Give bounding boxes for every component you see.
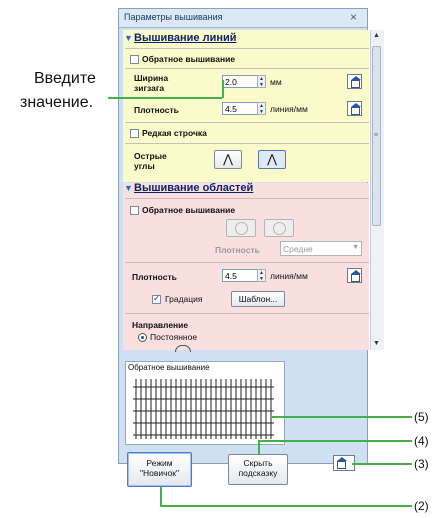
novice-mode-button[interactable]: Режим "Новичок" <box>127 452 192 487</box>
divider <box>125 48 369 49</box>
line-reverse-label: Обратное вышивание <box>142 54 236 64</box>
hide-hint-label: Скрыть <box>243 458 273 468</box>
callout-4: (4) <box>414 434 429 448</box>
line-section-header[interactable]: Вышивание линий <box>134 32 237 44</box>
sharp-corners-label: Острые <box>134 151 167 161</box>
direction-radio[interactable] <box>138 333 147 342</box>
scroll-down-icon[interactable]: ▼ <box>373 340 380 347</box>
hide-hint-label-2: подсказку <box>238 468 278 478</box>
sub-density-select[interactable]: Средне <box>280 241 362 256</box>
chevron-down-icon[interactable]: ▼ <box>352 244 359 251</box>
zigzag-width-stepper[interactable]: ▲ ▼ <box>257 75 266 88</box>
close-icon[interactable]: × <box>350 10 357 24</box>
area-section-header[interactable]: Вышивание областей <box>134 182 253 194</box>
callout-line-2 <box>160 505 412 507</box>
sub-density-label: Плотность <box>215 245 260 255</box>
line-density-stepper[interactable]: ▲ ▼ <box>257 102 266 115</box>
line-density-input[interactable]: 4.5 <box>222 102 258 115</box>
callout-line-5 <box>272 416 412 418</box>
novice-mode-label-2: "Новичок" <box>139 468 180 478</box>
line-density-label: Плотность <box>134 105 179 115</box>
gradation-checkbox[interactable] <box>152 293 161 304</box>
scroll-up-icon[interactable]: ▲ <box>373 32 380 39</box>
area-density-label: Плотность <box>132 272 177 282</box>
callout-3: (3) <box>414 457 429 471</box>
direction-option-label: Постоянное <box>150 332 198 342</box>
line-density-default-home-icon[interactable] <box>347 101 362 116</box>
sharp-corners-label-2: углы <box>134 161 155 171</box>
callout-enter-value-2: значение. <box>20 94 94 111</box>
corner-style-b-button[interactable]: ⋀ <box>258 150 286 169</box>
collapse-triangle-icon[interactable]: ▼ <box>124 183 133 193</box>
divider <box>125 68 369 69</box>
preview-caption: Обратное вышивание <box>128 363 210 372</box>
pattern-a-icon <box>235 222 248 235</box>
divider <box>125 198 369 199</box>
divider <box>125 122 369 123</box>
callout-line <box>222 80 224 98</box>
line-density-unit: линия/мм <box>270 104 308 114</box>
sparse-stitch-label: Редкая строчка <box>142 128 207 138</box>
callout-5: (5) <box>414 410 429 424</box>
window-title: Параметры вышивания <box>124 12 223 22</box>
area-density-input[interactable]: 4.5 <box>222 269 258 282</box>
area-reverse-checkbox[interactable] <box>130 206 139 215</box>
zigzag-label: Ширина <box>134 73 169 83</box>
callout-line <box>108 97 222 99</box>
area-reverse-label: Обратное вышивание <box>142 205 236 215</box>
divider <box>125 143 369 144</box>
area-density-unit: линия/мм <box>270 271 308 281</box>
callout-2: (2) <box>414 499 429 513</box>
zigzag-width-input[interactable]: 2.0 <box>222 75 258 88</box>
line-reverse-checkbox[interactable] <box>130 55 139 64</box>
callout-line-4 <box>258 440 260 454</box>
pattern-b-icon <box>273 222 286 235</box>
collapse-triangle-icon[interactable]: ▼ <box>124 33 133 43</box>
template-button[interactable]: Шаблон... <box>231 291 285 307</box>
zigzag-default-home-icon[interactable] <box>347 74 362 89</box>
zigzag-label-2: зигзага <box>134 83 165 93</box>
callout-line-3 <box>352 463 412 465</box>
stitch-preview-image <box>133 379 274 439</box>
novice-mode-label: Режим <box>146 458 173 468</box>
callout-line-4 <box>258 440 412 442</box>
sparse-stitch-checkbox[interactable] <box>130 129 139 138</box>
gradation-label: Градация <box>165 294 203 304</box>
direction-label: Направление <box>132 320 189 330</box>
hide-hint-button[interactable]: Скрыть подсказку <box>228 454 288 485</box>
scroll-grip-icon: ≡ <box>374 132 379 139</box>
area-density-default-home-icon[interactable] <box>347 268 362 283</box>
divider <box>125 313 369 314</box>
callout-enter-value: Введите <box>34 70 96 87</box>
corner-style-a-button[interactable]: ⋀ <box>214 150 242 169</box>
zigzag-unit: мм <box>270 77 282 87</box>
divider <box>125 262 369 263</box>
area-density-stepper[interactable]: ▲ ▼ <box>257 269 266 282</box>
partial-radio-icon <box>175 345 191 352</box>
callout-line-2 <box>160 487 162 507</box>
